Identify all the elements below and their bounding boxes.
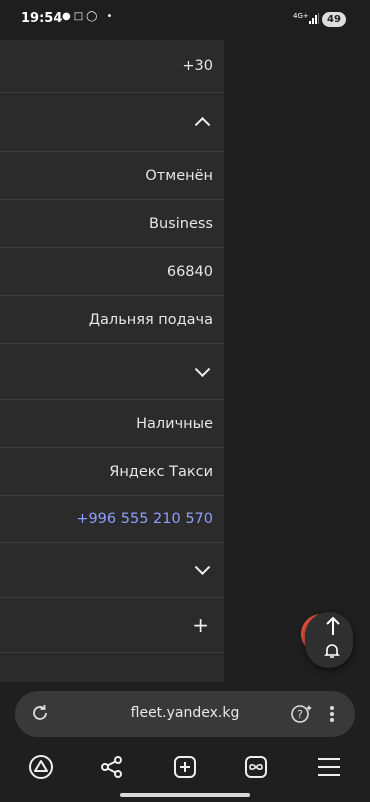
- assistant-question-icon[interactable]: ?: [290, 703, 314, 725]
- network-type: 4G+: [293, 12, 309, 20]
- detail-row-phone[interactable]: +996 555 210 570: [0, 496, 224, 543]
- detail-row-number: 66840: [0, 248, 224, 296]
- chevron-down-icon[interactable]: [194, 559, 211, 576]
- chevron-down-icon[interactable]: [194, 360, 211, 377]
- chevron-up-icon[interactable]: [194, 116, 211, 133]
- browser-bottom-nav: [0, 746, 370, 786]
- menu-icon[interactable]: [314, 752, 344, 782]
- detail-row: +30: [0, 40, 224, 93]
- detail-row-tariff: Business: [0, 200, 224, 248]
- detail-row-source: Яндекс Такси: [0, 448, 224, 496]
- detail-value: Business: [149, 215, 213, 232]
- detail-value: +30: [182, 58, 213, 74]
- battery-indicator: 49: [322, 12, 346, 27]
- floating-actions: [299, 612, 355, 668]
- home-indicator[interactable]: [120, 793, 250, 797]
- scroll-up-button[interactable]: [305, 612, 353, 668]
- new-tab-icon[interactable]: [170, 752, 200, 782]
- signal-icon: [309, 13, 319, 24]
- detail-value: 66840: [166, 263, 213, 280]
- alice-assistant-icon[interactable]: [26, 752, 56, 782]
- detail-value: Наличные: [136, 415, 213, 432]
- bell-icon: [324, 644, 340, 658]
- detail-row-option: Дальняя подача: [0, 296, 224, 344]
- status-time: 19:54: [21, 11, 63, 26]
- notification-icons: ●□◯ •: [62, 11, 116, 22]
- detail-row-status: Отменён: [0, 152, 224, 200]
- collapse-row[interactable]: [0, 93, 224, 152]
- share-icon[interactable]: [97, 752, 127, 782]
- plus-icon[interactable]: +: [192, 615, 209, 635]
- more-options-icon[interactable]: [329, 705, 335, 723]
- tabs-icon[interactable]: [241, 752, 271, 782]
- detail-value: Отменён: [145, 167, 213, 184]
- detail-row-payment: Наличные: [0, 400, 224, 448]
- add-row[interactable]: +: [0, 598, 224, 653]
- address-bar[interactable]: fleet.yandex.kg ?: [15, 691, 355, 737]
- arrow-up-icon: [326, 616, 340, 635]
- phone-link[interactable]: +996 555 210 570: [76, 511, 213, 527]
- svg-text:?: ?: [297, 708, 303, 721]
- expand-row[interactable]: [0, 344, 224, 400]
- detail-value: Яндекс Такси: [109, 463, 213, 480]
- expand-row[interactable]: [0, 543, 224, 598]
- details-panel: +30 Отменён Business 66840 Дальняя подач…: [0, 40, 224, 682]
- status-bar: 19:54 ●□◯ • 4G+ 49: [0, 0, 370, 40]
- detail-value: Дальняя подача: [88, 311, 213, 328]
